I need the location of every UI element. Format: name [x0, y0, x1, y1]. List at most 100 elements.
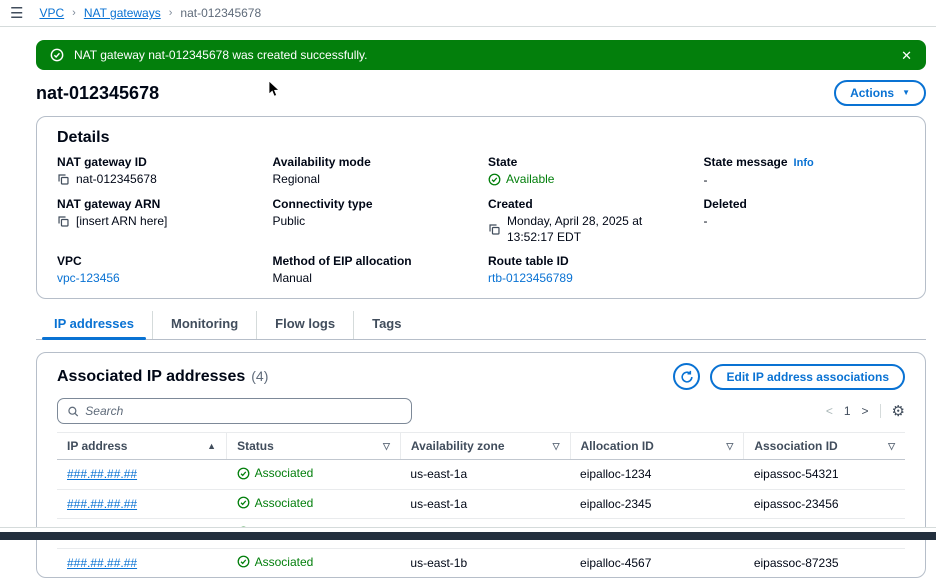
sort-asc-icon: ▲ — [207, 441, 216, 451]
copy-icon[interactable] — [57, 173, 70, 186]
search-input[interactable] — [85, 404, 402, 418]
field-created: Created Monday, April 28, 2025 at 13:52:… — [488, 197, 690, 245]
deleted-value: - — [704, 213, 708, 229]
mouse-cursor-icon — [268, 80, 280, 98]
field-label: Route table ID — [488, 254, 690, 268]
allocation-id-cell: eipalloc-1234 — [580, 467, 651, 481]
pagination: < 1 > ⚙ — [826, 404, 905, 419]
allocation-id-cell: eipalloc-4567 — [580, 556, 651, 570]
table-row: ###.##.##.## Associated us-east-1b eipal… — [57, 548, 905, 577]
next-page-icon[interactable]: > — [862, 404, 869, 418]
info-link[interactable]: Info — [794, 156, 814, 170]
ip-table-title: Associated IP addresses (4) — [57, 368, 268, 386]
previous-page-icon[interactable]: < — [826, 404, 833, 418]
field-nat-gateway-arn: NAT gateway ARN [insert ARN here] — [57, 197, 259, 245]
gear-icon[interactable]: ⚙ — [892, 404, 905, 419]
sort-icon: ▽ — [888, 441, 895, 452]
field-eip-allocation-method: Method of EIP allocation Manual — [273, 254, 475, 286]
table-row: ###.##.##.## Associated us-east-1a eipal… — [57, 489, 905, 519]
column-label: Allocation ID — [581, 439, 654, 453]
details-title: Details — [57, 129, 905, 147]
field-label: VPC — [57, 254, 259, 268]
refresh-button[interactable] — [673, 363, 700, 390]
column-header-association-id[interactable]: Association ID▽ — [744, 433, 905, 460]
column-header-availability-zone[interactable]: Availability zone▽ — [400, 433, 570, 460]
connectivity-type-value: Public — [273, 213, 306, 229]
breadcrumb-nat-gateways[interactable]: NAT gateways — [84, 6, 161, 20]
breadcrumb-separator-icon: › — [72, 7, 76, 19]
column-label: Status — [237, 439, 274, 453]
column-header-status[interactable]: Status▽ — [227, 433, 401, 460]
field-vpc: VPC vpc-123456 — [57, 254, 259, 286]
top-bar: ☰ VPC › NAT gateways › nat-012345678 — [0, 0, 936, 27]
availability-mode-value: Regional — [273, 171, 320, 187]
allocation-id-cell: eipalloc-2345 — [580, 497, 651, 511]
tab-monitoring[interactable]: Monitoring — [152, 311, 256, 339]
ip-address-link[interactable]: ###.##.##.## — [67, 556, 137, 570]
field-nat-gateway-id: NAT gateway ID nat-012345678 — [57, 155, 259, 188]
breadcrumb-separator-icon: › — [169, 7, 173, 19]
field-connectivity-type: Connectivity type Public — [273, 197, 475, 245]
column-header-ip-address[interactable]: IP address ▲ — [57, 433, 227, 460]
column-label: IP address — [67, 439, 127, 453]
status-badge: Associated — [255, 466, 314, 480]
table-header-row: IP address▲ Status▽ Availability zone▽ A… — [57, 433, 905, 460]
status-check-icon — [237, 467, 250, 480]
ip-addresses-table: IP address▲ Status▽ Availability zone▽ A… — [57, 432, 905, 577]
actions-button[interactable]: Actions ▼ — [834, 80, 926, 106]
sort-icon: ▽ — [553, 441, 560, 452]
close-icon[interactable]: ✕ — [901, 49, 912, 62]
nat-gateway-arn-value: [insert ARN here] — [76, 213, 167, 229]
field-label: Availability mode — [273, 155, 475, 169]
copy-icon[interactable] — [488, 223, 501, 236]
field-deleted: Deleted - — [704, 197, 906, 245]
status-badge: Associated — [255, 496, 314, 510]
field-state-message: State message Info - — [704, 155, 906, 188]
sort-icon: ▽ — [726, 441, 733, 452]
route-table-link[interactable]: rtb-0123456789 — [488, 270, 573, 286]
refresh-icon — [680, 370, 694, 384]
edit-ip-associations-button[interactable]: Edit IP address associations — [710, 364, 905, 390]
column-header-allocation-id[interactable]: Allocation ID ▽ — [570, 433, 744, 460]
field-label: NAT gateway ID — [57, 155, 259, 169]
status-check-icon — [488, 173, 501, 186]
vpc-link[interactable]: vpc-123456 — [57, 270, 120, 286]
field-route-table-id: Route table ID rtb-0123456789 — [488, 254, 690, 286]
association-id-cell: eipassoc-23456 — [754, 497, 839, 511]
menu-icon[interactable]: ☰ — [10, 6, 23, 21]
tab-flow-logs[interactable]: Flow logs — [256, 311, 353, 339]
footer — [0, 527, 936, 540]
tab-tags[interactable]: Tags — [353, 311, 419, 339]
field-availability-mode: Availability mode Regional — [273, 155, 475, 188]
associated-ip-card: Associated IP addresses (4) Edit IP addr… — [36, 352, 926, 578]
field-label: State — [488, 155, 690, 169]
field-label: Created — [488, 197, 690, 211]
tab-ip-addresses[interactable]: IP addresses — [36, 311, 152, 339]
edit-ip-associations-label: Edit IP address associations — [726, 370, 889, 384]
breadcrumb-vpc[interactable]: VPC — [39, 6, 64, 20]
status-badge: Associated — [255, 555, 314, 569]
field-label: Method of EIP allocation — [273, 254, 475, 268]
banner-message: NAT gateway nat-012345678 was created su… — [74, 48, 368, 62]
state-value: Available — [506, 171, 554, 187]
eip-allocation-method-value: Manual — [273, 270, 312, 286]
success-banner: NAT gateway nat-012345678 was created su… — [36, 40, 926, 70]
page-title: nat-012345678 — [36, 83, 159, 104]
success-check-icon — [50, 48, 64, 62]
search-box — [57, 398, 412, 424]
association-id-cell: eipassoc-54321 — [754, 467, 839, 481]
field-label: State message — [704, 155, 788, 169]
page-number[interactable]: 1 — [844, 404, 851, 418]
created-value: Monday, April 28, 2025 at 13:52:17 EDT — [507, 213, 690, 245]
status-check-icon — [237, 496, 250, 509]
association-id-cell: eipassoc-87235 — [754, 556, 839, 570]
ip-address-link[interactable]: ###.##.##.## — [67, 497, 137, 511]
details-card: Details NAT gateway ID nat-012345678 Ava… — [36, 116, 926, 299]
state-message-value: - — [704, 172, 708, 188]
ip-address-link[interactable]: ###.##.##.## — [67, 467, 137, 481]
copy-icon[interactable] — [57, 215, 70, 228]
ip-count-badge: (4) — [251, 368, 268, 384]
field-state: State Available — [488, 155, 690, 188]
footer-bar — [0, 532, 936, 540]
breadcrumb-current: nat-012345678 — [180, 6, 261, 20]
